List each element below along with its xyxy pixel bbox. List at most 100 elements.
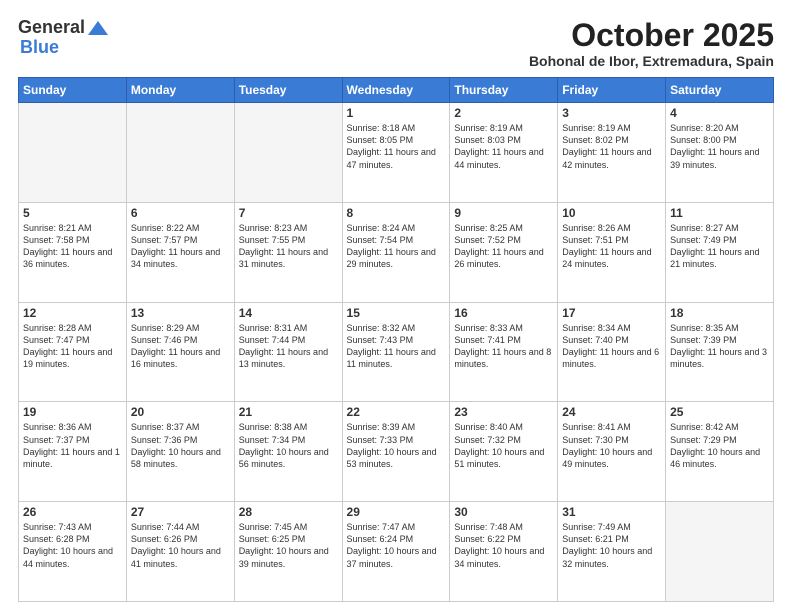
calendar-cell	[234, 103, 342, 203]
day-number: 30	[454, 505, 553, 519]
day-number: 3	[562, 106, 661, 120]
calendar-cell: 17Sunrise: 8:34 AMSunset: 7:40 PMDayligh…	[558, 302, 666, 402]
header: General Blue October 2025 Bohonal de Ibo…	[18, 18, 774, 69]
calendar-cell: 10 Sunrise: 8:26 AMSunset: 7:51 PMDayligh…	[558, 202, 666, 302]
cell-sun-info: Sunrise: 8:32 AMSunset: 7:43 PMDaylight:…	[347, 322, 446, 371]
cell-sun-info: Sunrise: 8:40 AMSunset: 7:32 PMDaylight:…	[454, 421, 553, 470]
day-number: 22	[347, 405, 446, 419]
calendar-cell: 20 Sunrise: 8:37 AMSunset: 7:36 PMDayligh…	[126, 402, 234, 502]
cell-sun-info: Sunrise: 8:19 AMSunset: 8:02 PMDaylight:…	[562, 122, 661, 171]
calendar-cell: 27 Sunrise: 7:44 AMSunset: 6:26 PMDayligh…	[126, 502, 234, 602]
calendar-cell: 14 Sunrise: 8:31 AMSunset: 7:44 PMDayligh…	[234, 302, 342, 402]
logo-blue-text: Blue	[20, 38, 59, 58]
day-number: 26	[23, 505, 122, 519]
cell-sun-info: Sunrise: 7:43 AMSunset: 6:28 PMDaylight:…	[23, 521, 122, 570]
day-number: 15	[347, 306, 446, 320]
calendar-cell: 5 Sunrise: 8:21 AMSunset: 7:58 PMDaylight…	[19, 202, 127, 302]
calendar-cell: 18 Sunrise: 8:35 AMSunset: 7:39 PMDayligh…	[666, 302, 774, 402]
weekday-header: Tuesday	[234, 78, 342, 103]
weekday-header: Friday	[558, 78, 666, 103]
cell-sun-info: Sunrise: 7:44 AMSunset: 6:26 PMDaylight:…	[131, 521, 230, 570]
weekday-header: Thursday	[450, 78, 558, 103]
day-number: 20	[131, 405, 230, 419]
calendar-cell: 23 Sunrise: 8:40 AMSunset: 7:32 PMDayligh…	[450, 402, 558, 502]
cell-sun-info: Sunrise: 8:39 AMSunset: 7:33 PMDaylight:…	[347, 421, 446, 470]
day-number: 29	[347, 505, 446, 519]
cell-sun-info: Sunrise: 8:26 AMSunset: 7:51 PMDaylight:…	[562, 222, 661, 271]
calendar-cell: 7Sunrise: 8:23 AMSunset: 7:55 PMDaylight…	[234, 202, 342, 302]
day-number: 28	[239, 505, 338, 519]
cell-sun-info: Sunrise: 7:48 AMSunset: 6:22 PMDaylight:…	[454, 521, 553, 570]
calendar-cell: 19Sunrise: 8:36 AMSunset: 7:37 PMDayligh…	[19, 402, 127, 502]
calendar-cell: 31 Sunrise: 7:49 AMSunset: 6:21 PMDayligh…	[558, 502, 666, 602]
calendar-cell: 8Sunrise: 8:24 AMSunset: 7:54 PMDaylight…	[342, 202, 450, 302]
day-number: 12	[23, 306, 122, 320]
cell-sun-info: Sunrise: 8:31 AMSunset: 7:44 PMDaylight:…	[239, 322, 338, 371]
day-number: 27	[131, 505, 230, 519]
cell-sun-info: Sunrise: 7:45 AMSunset: 6:25 PMDaylight:…	[239, 521, 338, 570]
day-number: 6	[131, 206, 230, 220]
calendar-cell: 25Sunrise: 8:42 AMSunset: 7:29 PMDayligh…	[666, 402, 774, 502]
month-title: October 2025	[529, 18, 774, 53]
cell-sun-info: Sunrise: 8:42 AMSunset: 7:29 PMDaylight:…	[670, 421, 769, 470]
cell-sun-info: Sunrise: 8:41 AMSunset: 7:30 PMDaylight:…	[562, 421, 661, 470]
cell-sun-info: Sunrise: 8:27 AMSunset: 7:49 PMDaylight:…	[670, 222, 769, 271]
calendar-cell: 28 Sunrise: 7:45 AMSunset: 6:25 PMDayligh…	[234, 502, 342, 602]
calendar-cell: 15 Sunrise: 8:32 AMSunset: 7:43 PMDayligh…	[342, 302, 450, 402]
title-block: October 2025 Bohonal de Ibor, Extremadur…	[529, 18, 774, 69]
cell-sun-info: Sunrise: 8:35 AMSunset: 7:39 PMDaylight:…	[670, 322, 769, 371]
calendar-cell: 21 Sunrise: 8:38 AMSunset: 7:34 PMDayligh…	[234, 402, 342, 502]
day-number: 9	[454, 206, 553, 220]
calendar-cell: 29 Sunrise: 7:47 AMSunset: 6:24 PMDayligh…	[342, 502, 450, 602]
day-number: 4	[670, 106, 769, 120]
day-number: 16	[454, 306, 553, 320]
calendar-cell	[126, 103, 234, 203]
calendar-cell: 3 Sunrise: 8:19 AMSunset: 8:02 PMDaylight…	[558, 103, 666, 203]
cell-sun-info: Sunrise: 8:29 AMSunset: 7:46 PMDaylight:…	[131, 322, 230, 371]
day-number: 2	[454, 106, 553, 120]
cell-sun-info: Sunrise: 8:22 AMSunset: 7:57 PMDaylight:…	[131, 222, 230, 271]
calendar-header-row: SundayMondayTuesdayWednesdayThursdayFrid…	[19, 78, 774, 103]
cell-sun-info: Sunrise: 8:20 AMSunset: 8:00 PMDaylight:…	[670, 122, 769, 171]
cell-sun-info: Sunrise: 8:28 AMSunset: 7:47 PMDaylight:…	[23, 322, 122, 371]
logo-general-text: General	[18, 18, 85, 38]
day-number: 11	[670, 206, 769, 220]
cell-sun-info: Sunrise: 8:38 AMSunset: 7:34 PMDaylight:…	[239, 421, 338, 470]
cell-sun-info: Sunrise: 8:37 AMSunset: 7:36 PMDaylight:…	[131, 421, 230, 470]
cell-sun-info: Sunrise: 8:18 AMSunset: 8:05 PMDaylight:…	[347, 122, 446, 171]
calendar-cell: 12 Sunrise: 8:28 AMSunset: 7:47 PMDayligh…	[19, 302, 127, 402]
weekday-header: Wednesday	[342, 78, 450, 103]
calendar-cell: 4 Sunrise: 8:20 AMSunset: 8:00 PMDaylight…	[666, 103, 774, 203]
day-number: 24	[562, 405, 661, 419]
cell-sun-info: Sunrise: 7:49 AMSunset: 6:21 PMDaylight:…	[562, 521, 661, 570]
weekday-header: Saturday	[666, 78, 774, 103]
day-number: 23	[454, 405, 553, 419]
logo: General Blue	[18, 18, 108, 58]
day-number: 8	[347, 206, 446, 220]
cell-sun-info: Sunrise: 8:33 AMSunset: 7:41 PMDaylight:…	[454, 322, 553, 371]
calendar-cell: 30 Sunrise: 7:48 AMSunset: 6:22 PMDayligh…	[450, 502, 558, 602]
calendar-week-row: 26 Sunrise: 7:43 AMSunset: 6:28 PMDayligh…	[19, 502, 774, 602]
cell-sun-info: Sunrise: 8:21 AMSunset: 7:58 PMDaylight:…	[23, 222, 122, 271]
cell-sun-info: Sunrise: 7:47 AMSunset: 6:24 PMDaylight:…	[347, 521, 446, 570]
calendar-cell: 13 Sunrise: 8:29 AMSunset: 7:46 PMDayligh…	[126, 302, 234, 402]
calendar-cell: 11 Sunrise: 8:27 AMSunset: 7:49 PMDayligh…	[666, 202, 774, 302]
calendar-cell: 26 Sunrise: 7:43 AMSunset: 6:28 PMDayligh…	[19, 502, 127, 602]
cell-sun-info: Sunrise: 8:23 AMSunset: 7:55 PMDaylight:…	[239, 222, 338, 271]
day-number: 13	[131, 306, 230, 320]
calendar-cell: 6 Sunrise: 8:22 AMSunset: 7:57 PMDaylight…	[126, 202, 234, 302]
day-number: 18	[670, 306, 769, 320]
cell-sun-info: Sunrise: 8:34 AMSunset: 7:40 PMDaylight:…	[562, 322, 661, 371]
day-number: 10	[562, 206, 661, 220]
calendar-cell	[19, 103, 127, 203]
calendar-cell: 2Sunrise: 8:19 AMSunset: 8:03 PMDaylight…	[450, 103, 558, 203]
day-number: 5	[23, 206, 122, 220]
logo-icon	[88, 21, 108, 35]
calendar-cell: 24 Sunrise: 8:41 AMSunset: 7:30 PMDayligh…	[558, 402, 666, 502]
day-number: 31	[562, 505, 661, 519]
calendar-cell: 22 Sunrise: 8:39 AMSunset: 7:33 PMDayligh…	[342, 402, 450, 502]
calendar-cell: 9Sunrise: 8:25 AMSunset: 7:52 PMDaylight…	[450, 202, 558, 302]
cell-sun-info: Sunrise: 8:36 AMSunset: 7:37 PMDaylight:…	[23, 421, 122, 470]
day-number: 14	[239, 306, 338, 320]
day-number: 21	[239, 405, 338, 419]
